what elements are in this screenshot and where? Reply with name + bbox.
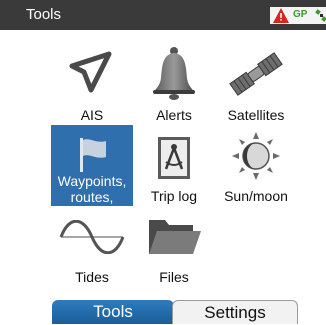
- warning-icon: [273, 8, 289, 23]
- status-area[interactable]: GP: [270, 7, 326, 24]
- tile-label: Satellites: [227, 107, 285, 123]
- ais-triangle-icon: [69, 51, 112, 93]
- flag-icon: [80, 138, 106, 172]
- tile-label: Tides: [75, 269, 109, 285]
- sine-wave-icon: [59, 220, 125, 254]
- tile-tides[interactable]: Tides: [51, 206, 133, 285]
- tile-satellites[interactable]: Satellites: [215, 44, 297, 123]
- tile-files[interactable]: Files: [133, 206, 215, 285]
- tile-sun-moon[interactable]: Sun/moon: [215, 125, 297, 204]
- tab-tools[interactable]: Tools: [52, 300, 174, 324]
- bell-icon: [153, 47, 195, 100]
- tile-waypoints[interactable]: Waypoints, routes, tracks: [51, 125, 133, 221]
- gps-satellite-icon: [315, 9, 326, 22]
- tile-label: Sun/moon: [224, 188, 288, 204]
- tile-label: AIS: [80, 107, 104, 123]
- tile-trip-log[interactable]: Trip log: [133, 125, 215, 204]
- compass-book-icon: [158, 137, 190, 179]
- tile-label: Alerts: [156, 107, 192, 123]
- sun-moon-icon: [232, 132, 280, 180]
- tab-settings[interactable]: Settings: [172, 300, 298, 324]
- tile-ais[interactable]: AIS: [51, 44, 133, 123]
- folder-icon: [149, 220, 201, 254]
- gp-status: GP: [293, 9, 308, 20]
- tile-label: Trip log: [150, 188, 198, 204]
- title-bar: Tools GP: [0, 0, 326, 30]
- window-title: Tools: [26, 6, 62, 23]
- satellite-icon: [229, 52, 283, 96]
- tile-label: Files: [159, 269, 189, 285]
- tile-alerts[interactable]: Alerts: [133, 44, 215, 123]
